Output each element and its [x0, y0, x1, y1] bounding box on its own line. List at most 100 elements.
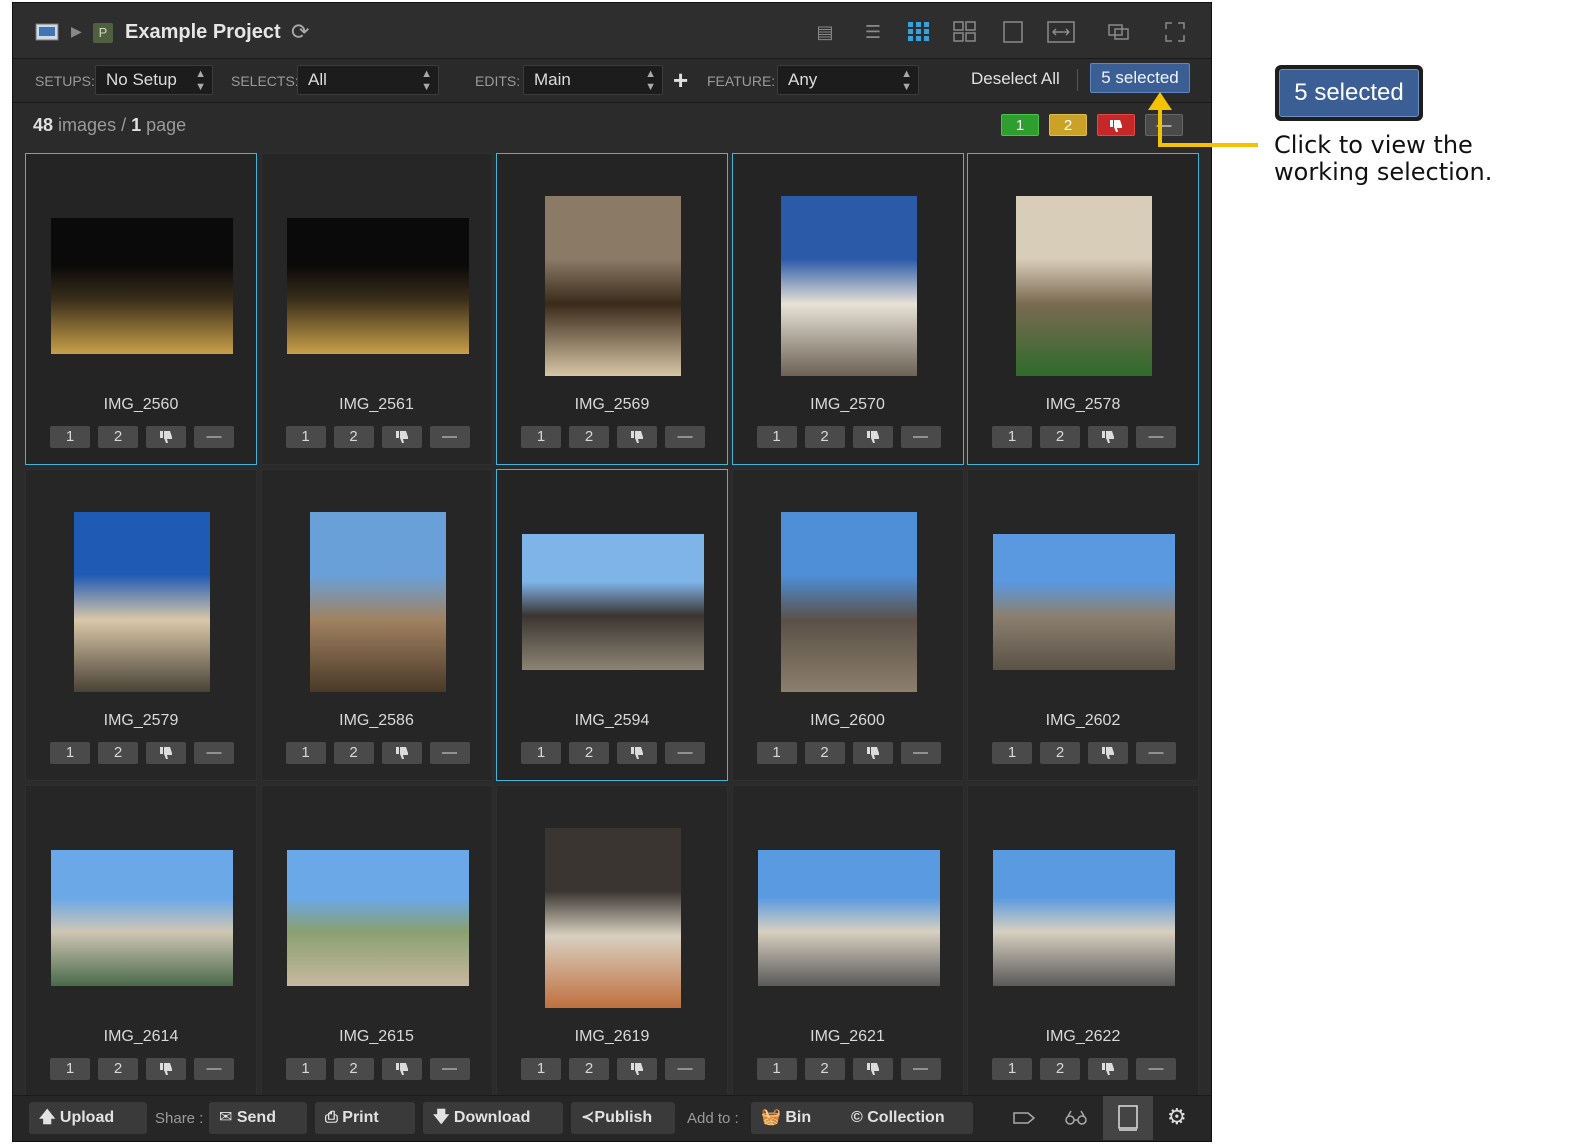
add-edit-icon[interactable]: + [673, 65, 688, 96]
reject-button[interactable] [146, 426, 186, 448]
clear-rating-button[interactable]: — [665, 426, 705, 448]
filter-reject-button[interactable] [1097, 114, 1135, 136]
selects-select[interactable]: All ▲ ▼ [297, 65, 439, 95]
details-view-icon[interactable]: ☰ [861, 21, 885, 43]
filter-1-button[interactable]: 1 [1001, 114, 1039, 136]
rate-1-button[interactable]: 1 [521, 426, 561, 448]
rate-2-button[interactable]: 2 [804, 742, 845, 764]
rate-2-button[interactable]: 2 [98, 1058, 138, 1080]
clear-rating-button[interactable]: — [665, 1058, 705, 1080]
clear-rating-button[interactable]: — [1136, 1058, 1176, 1080]
publish-button[interactable]: ≺Publish [571, 1102, 675, 1134]
rate-2-button[interactable]: 2 [569, 1058, 609, 1080]
image-cell[interactable]: IMG_2578 1 2 — [967, 153, 1199, 465]
image-cell[interactable]: IMG_2602 1 2 — [967, 469, 1199, 781]
fullscreen-icon[interactable] [1163, 21, 1187, 43]
deselect-all-button[interactable]: Deselect All [971, 69, 1060, 89]
image-thumbnail[interactable] [757, 850, 940, 986]
image-thumbnail[interactable] [51, 218, 233, 354]
image-thumbnail[interactable] [993, 850, 1175, 986]
clear-rating-button[interactable]: — [1136, 426, 1176, 448]
rate-1-button[interactable]: 1 [756, 1058, 797, 1080]
list-view-icon[interactable]: ▤ [813, 21, 837, 43]
image-thumbnail[interactable] [780, 512, 917, 692]
reject-button[interactable] [1088, 742, 1128, 764]
rate-2-button[interactable]: 2 [1040, 742, 1080, 764]
image-cell[interactable]: IMG_2579 1 2 — [25, 469, 257, 781]
rate-1-button[interactable]: 1 [992, 426, 1032, 448]
clear-rating-button[interactable]: — [194, 1058, 234, 1080]
print-button[interactable]: ⎙ Print [315, 1102, 415, 1134]
clear-rating-button[interactable]: — [900, 742, 941, 764]
rate-1-button[interactable]: 1 [50, 426, 90, 448]
reject-button[interactable] [617, 742, 657, 764]
image-thumbnail[interactable] [522, 534, 704, 670]
reject-button[interactable] [852, 426, 893, 448]
rate-1-button[interactable]: 1 [992, 1058, 1032, 1080]
rate-1-button[interactable]: 1 [285, 1058, 326, 1080]
image-cell[interactable]: IMG_2614 1 2 — [25, 785, 257, 1097]
tag-icon[interactable] [1011, 1106, 1037, 1130]
reject-button[interactable] [381, 742, 422, 764]
reject-button[interactable] [1088, 1058, 1128, 1080]
image-thumbnail[interactable] [545, 828, 681, 1008]
image-cell[interactable]: IMG_2561 1 2 — [260, 153, 493, 465]
single-view-icon[interactable] [1001, 21, 1025, 43]
rate-2-button[interactable]: 2 [98, 742, 138, 764]
image-thumbnail[interactable] [74, 512, 210, 692]
setups-select[interactable]: No Setup ▲ ▼ [95, 65, 213, 95]
image-thumbnail[interactable] [780, 196, 917, 376]
rate-1-button[interactable]: 1 [521, 742, 561, 764]
grid-small-view-icon[interactable] [907, 21, 931, 43]
image-cell[interactable]: IMG_2569 1 2 — [496, 153, 728, 465]
library-icon[interactable] [35, 23, 59, 41]
image-thumbnail[interactable] [545, 196, 681, 376]
rate-2-button[interactable]: 2 [569, 742, 609, 764]
rate-1-button[interactable]: 1 [756, 426, 797, 448]
image-cell[interactable]: IMG_2594 1 2 — [496, 469, 728, 781]
rate-2-button[interactable]: 2 [569, 426, 609, 448]
rate-2-button[interactable]: 2 [333, 426, 374, 448]
image-thumbnail[interactable] [1016, 196, 1152, 376]
image-thumbnail[interactable] [993, 534, 1175, 670]
rate-2-button[interactable]: 2 [804, 1058, 845, 1080]
image-thumbnail[interactable] [286, 218, 469, 354]
rate-2-button[interactable]: 2 [333, 742, 374, 764]
clear-rating-button[interactable]: — [194, 742, 234, 764]
clear-rating-button[interactable]: — [429, 426, 470, 448]
image-cell[interactable]: IMG_2560 1 2 — [25, 153, 257, 465]
image-cell[interactable]: IMG_2619 1 2 — [496, 785, 728, 1097]
image-thumbnail[interactable] [51, 850, 233, 986]
upload-button[interactable]: 🡅 Upload [29, 1102, 147, 1134]
image-cell[interactable]: IMG_2615 1 2 — [260, 785, 493, 1097]
selection-mode-icon[interactable] [1103, 1096, 1153, 1140]
rate-1-button[interactable]: 1 [50, 1058, 90, 1080]
rate-1-button[interactable]: 1 [521, 1058, 561, 1080]
image-cell[interactable]: IMG_2600 1 2 — [731, 469, 964, 781]
gear-icon[interactable]: ⚙ [1167, 1104, 1187, 1130]
image-cell[interactable]: IMG_2622 1 2 — [967, 785, 1199, 1097]
rate-1-button[interactable]: 1 [285, 742, 326, 764]
image-cell[interactable]: IMG_2570 1 2 — [731, 153, 964, 465]
filter-2-button[interactable]: 2 [1049, 114, 1087, 136]
compare-view-icon[interactable] [1047, 21, 1075, 43]
grid-large-view-icon[interactable] [953, 21, 977, 43]
reject-button[interactable] [617, 1058, 657, 1080]
rate-1-button[interactable]: 1 [756, 742, 797, 764]
image-thumbnail[interactable] [309, 512, 446, 692]
edits-select[interactable]: Main ▲ ▼ [523, 65, 663, 95]
bin-button[interactable]: 🧺 Bin [751, 1102, 845, 1134]
reject-button[interactable] [852, 1058, 893, 1080]
image-thumbnail[interactable] [286, 850, 469, 986]
image-cell[interactable]: IMG_2586 1 2 — [260, 469, 493, 781]
reject-button[interactable] [1088, 426, 1128, 448]
clear-rating-button[interactable]: — [665, 742, 705, 764]
reject-button[interactable] [381, 426, 422, 448]
send-button[interactable]: ✉ Send [209, 1102, 307, 1134]
clear-rating-button[interactable]: — [429, 1058, 470, 1080]
overlay-view-icon[interactable] [1107, 21, 1131, 43]
collection-button[interactable]: © Collection [841, 1102, 973, 1134]
rate-2-button[interactable]: 2 [1040, 426, 1080, 448]
rate-2-button[interactable]: 2 [804, 426, 845, 448]
reject-button[interactable] [852, 742, 893, 764]
